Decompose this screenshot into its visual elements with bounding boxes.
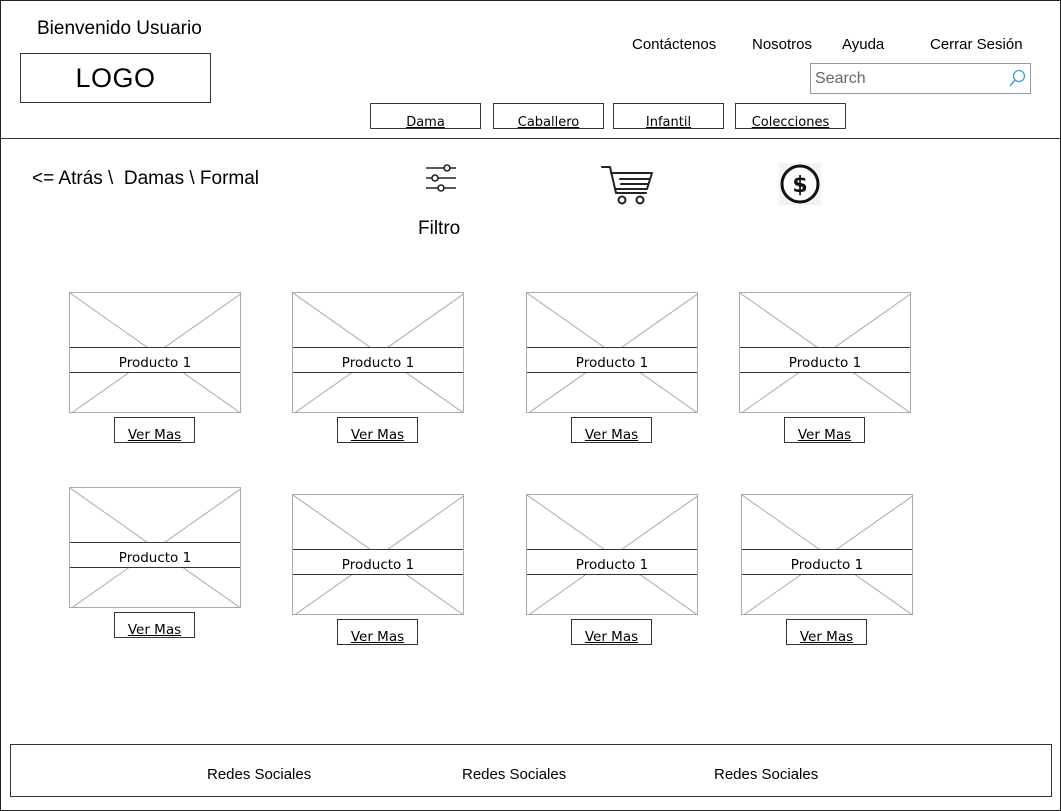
tab-colecciones[interactable]: Colecciones bbox=[735, 103, 846, 129]
product-image[interactable]: Producto 1 bbox=[69, 487, 241, 608]
product-name: Producto 1 bbox=[70, 347, 240, 373]
social-link-2[interactable]: Redes Sociales bbox=[462, 766, 566, 783]
ver-mas-button[interactable]: Ver Mas bbox=[786, 619, 867, 645]
sliders-icon[interactable] bbox=[423, 163, 459, 193]
product-image[interactable]: Producto 1 bbox=[69, 292, 241, 413]
ver-mas-button[interactable]: Ver Mas bbox=[114, 612, 195, 638]
ver-mas-button[interactable]: Ver Mas bbox=[571, 619, 652, 645]
header-divider bbox=[0, 138, 1061, 139]
breadcrumb[interactable]: <= Atrás \ Damas \ Formal bbox=[32, 168, 259, 190]
product-name: Producto 1 bbox=[740, 347, 910, 373]
ver-mas-button[interactable]: Ver Mas bbox=[571, 417, 652, 443]
shopping-cart-icon[interactable] bbox=[600, 163, 656, 207]
product-name: Producto 1 bbox=[527, 347, 697, 373]
about-link[interactable]: Nosotros bbox=[752, 36, 812, 53]
contact-link[interactable]: Contáctenos bbox=[632, 36, 716, 53]
dollar-circle-icon[interactable]: $ bbox=[778, 162, 822, 206]
logout-link[interactable]: Cerrar Sesión bbox=[930, 36, 1023, 53]
product-image[interactable]: Producto 1 bbox=[526, 292, 698, 413]
ver-mas-label: Ver Mas bbox=[799, 629, 854, 645]
product-name: Producto 1 bbox=[293, 347, 463, 373]
tab-colecciones-label: Colecciones bbox=[751, 115, 830, 130]
tab-infantil-label: Infantil bbox=[645, 115, 692, 130]
ver-mas-button[interactable]: Ver Mas bbox=[337, 417, 418, 443]
ver-mas-label: Ver Mas bbox=[584, 629, 639, 645]
ver-mas-label: Ver Mas bbox=[350, 427, 405, 443]
filter-label[interactable]: Filtro bbox=[418, 218, 460, 240]
product-image[interactable]: Producto 1 bbox=[292, 292, 464, 413]
ver-mas-label: Ver Mas bbox=[127, 427, 182, 443]
search-icon[interactable] bbox=[1007, 69, 1027, 89]
ver-mas-label: Ver Mas bbox=[797, 427, 852, 443]
ver-mas-button[interactable]: Ver Mas bbox=[784, 417, 865, 443]
product-name: Producto 1 bbox=[70, 542, 240, 568]
ver-mas-label: Ver Mas bbox=[350, 629, 405, 645]
ver-mas-button[interactable]: Ver Mas bbox=[114, 417, 195, 443]
product-name: Producto 1 bbox=[527, 549, 697, 575]
logo[interactable]: LOGO bbox=[20, 53, 211, 103]
product-image[interactable]: Producto 1 bbox=[292, 494, 464, 615]
ver-mas-label: Ver Mas bbox=[584, 427, 639, 443]
product-image[interactable]: Producto 1 bbox=[741, 494, 913, 615]
tab-dama[interactable]: Dama bbox=[370, 103, 481, 129]
product-name: Producto 1 bbox=[293, 549, 463, 575]
welcome-text: Bienvenido Usuario bbox=[37, 18, 202, 39]
search-input[interactable] bbox=[815, 68, 1005, 89]
social-link-3[interactable]: Redes Sociales bbox=[714, 766, 818, 783]
tab-caballero[interactable]: Caballero bbox=[493, 103, 604, 129]
product-image[interactable]: Producto 1 bbox=[526, 494, 698, 615]
ver-mas-button[interactable]: Ver Mas bbox=[337, 619, 418, 645]
help-link[interactable]: Ayuda bbox=[842, 36, 884, 53]
product-name: Producto 1 bbox=[742, 549, 912, 575]
social-link-1[interactable]: Redes Sociales bbox=[207, 766, 311, 783]
tab-infantil[interactable]: Infantil bbox=[613, 103, 724, 129]
tab-caballero-label: Caballero bbox=[517, 115, 580, 130]
svg-text:$: $ bbox=[792, 173, 807, 198]
ver-mas-label: Ver Mas bbox=[127, 622, 182, 638]
tab-dama-label: Dama bbox=[406, 115, 445, 130]
product-image[interactable]: Producto 1 bbox=[739, 292, 911, 413]
search-box[interactable] bbox=[810, 63, 1031, 94]
